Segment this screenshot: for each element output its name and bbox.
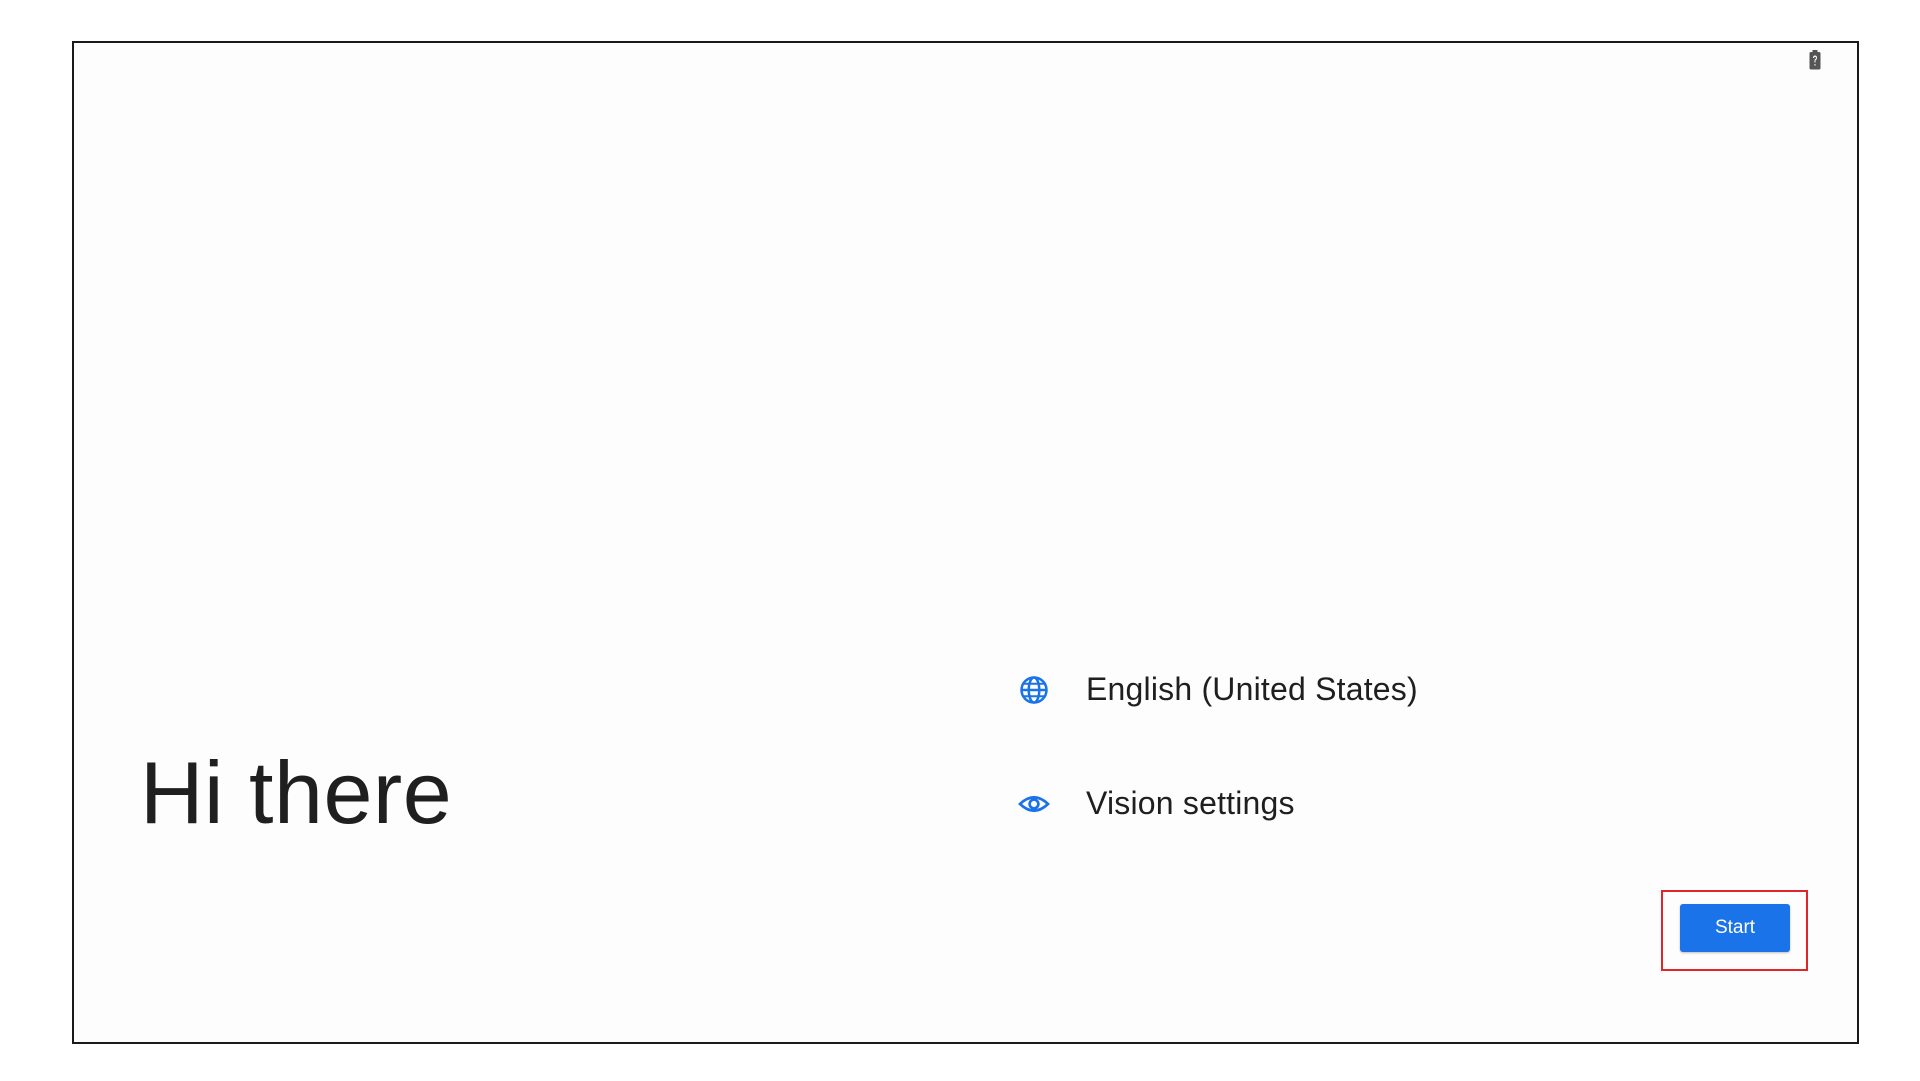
eye-icon (1018, 788, 1050, 820)
vision-settings-option[interactable]: Vision settings (1018, 785, 1295, 822)
start-button[interactable]: Start (1680, 904, 1790, 952)
page-title: Hi there (140, 743, 453, 842)
globe-icon (1018, 674, 1050, 706)
language-option-label: English (United States) (1086, 671, 1418, 707)
battery-unknown-icon (1809, 50, 1821, 70)
language-option[interactable]: English (United States) (1018, 671, 1418, 708)
device-screen: Hi there English (United States) Vision … (72, 41, 1859, 1044)
vision-settings-label: Vision settings (1086, 785, 1295, 821)
